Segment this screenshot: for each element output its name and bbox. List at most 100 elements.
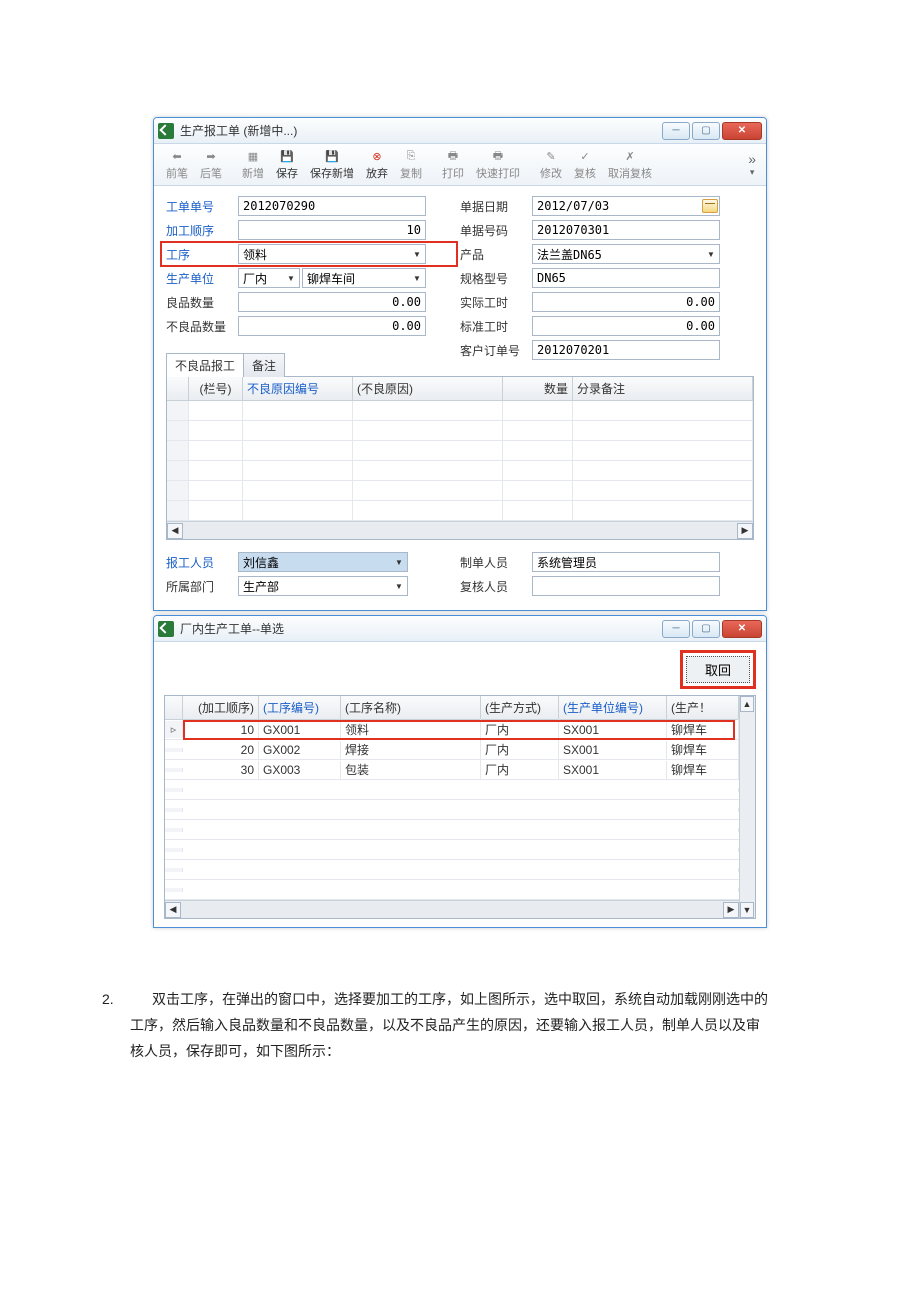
toolbar-prev[interactable]: ⬅前笔 [160, 146, 194, 183]
input-maker[interactable] [532, 552, 720, 572]
input-product[interactable] [532, 244, 720, 264]
toolbar-overflow[interactable]: »▾ [748, 151, 760, 178]
tab-defect-report[interactable]: 不良品报工 [166, 353, 244, 377]
window-title: 生产报工单 (新增中...) [180, 122, 662, 139]
h-scrollbar[interactable]: ◀ ▶ [165, 900, 739, 918]
input-bad-qty[interactable] [238, 316, 426, 336]
label-actual-hours: 实际工时 [460, 294, 532, 311]
grid-row[interactable] [165, 780, 739, 800]
minimize-button[interactable]: ─ [662, 122, 690, 140]
window-title: 厂内生产工单--单选 [180, 620, 662, 637]
label-dept: 所属部门 [166, 578, 238, 595]
grid-row[interactable] [167, 461, 753, 481]
grid-row[interactable] [165, 800, 739, 820]
toolbar-unreview[interactable]: ✗取消复核 [602, 146, 658, 183]
input-cust-order[interactable] [532, 340, 720, 360]
grid-header-col1[interactable]: (栏号) [189, 377, 243, 400]
scroll-right-icon[interactable]: ▶ [723, 902, 739, 918]
grid-row[interactable] [167, 481, 753, 501]
header-seq[interactable]: (加工顺序) [183, 696, 259, 719]
grid-row[interactable] [167, 421, 753, 441]
label-reviewer: 复核人员 [460, 578, 532, 595]
instruction-text: 2. 双击工序，在弹出的窗口中，选择要加工的工序，如上图所示，选中取回，系统自动… [130, 987, 770, 1066]
grid-row[interactable] [165, 820, 739, 840]
toolbar-next[interactable]: ➡后笔 [194, 146, 228, 183]
scroll-down-icon[interactable]: ▼ [740, 902, 754, 918]
toolbar-print[interactable]: 🖶打印 [436, 146, 470, 183]
scroll-right-icon[interactable]: ▶ [737, 523, 753, 539]
dropdown-arrow-icon[interactable]: ▼ [410, 270, 424, 286]
minimize-button[interactable]: ─ [662, 620, 690, 638]
highlight-quhui-red-frame: 取回 [680, 650, 756, 689]
toolbar-copy[interactable]: ⎘复制 [394, 146, 428, 183]
input-actual-hours[interactable] [532, 292, 720, 312]
grid-row[interactable] [165, 860, 739, 880]
grid-header-col4[interactable]: 数量 [503, 377, 573, 400]
defect-grid: (栏号) 不良原因编号 (不良原因) 数量 分录备注 ◀ ▶ [166, 377, 754, 540]
input-doc-date[interactable] [532, 196, 720, 216]
label-cust-order: 客户订单号 [460, 342, 532, 359]
title-bar[interactable]: 厂内生产工单--单选 ─ ▢ ✕ [154, 616, 766, 642]
grid-row[interactable] [167, 441, 753, 461]
grid-header-col2[interactable]: 不良原因编号 [243, 377, 353, 400]
h-scrollbar[interactable]: ◀ ▶ [167, 521, 753, 539]
input-doc-no[interactable] [532, 220, 720, 240]
header-name[interactable]: (工序名称) [341, 696, 481, 719]
toolbar-quick-print[interactable]: 🖶快速打印 [470, 146, 526, 183]
toolbar-edit[interactable]: ✎修改 [534, 146, 568, 183]
label-proc-seq: 加工顺序 [166, 222, 238, 239]
v-scrollbar[interactable]: ▲ ▼ [739, 696, 755, 918]
header-unit[interactable]: (生产！ [667, 696, 739, 719]
input-good-qty[interactable] [238, 292, 426, 312]
dropdown-arrow-icon[interactable]: ▼ [704, 246, 718, 262]
instruction-number: 2. [102, 987, 114, 1012]
grid-row[interactable] [167, 401, 753, 421]
input-reporter[interactable] [238, 552, 408, 572]
grid-row[interactable] [167, 501, 753, 521]
dropdown-arrow-icon[interactable]: ▼ [410, 246, 424, 262]
maximize-button[interactable]: ▢ [692, 620, 720, 638]
scroll-left-icon[interactable]: ◀ [165, 902, 181, 918]
grid-header-col3[interactable]: (不良原因) [353, 377, 503, 400]
toolbar-discard[interactable]: ⊗放弃 [360, 146, 394, 183]
maximize-button[interactable]: ▢ [692, 122, 720, 140]
input-std-hours[interactable] [532, 316, 720, 336]
dropdown-arrow-icon[interactable]: ▼ [284, 270, 298, 286]
input-proc-seq[interactable] [238, 220, 426, 240]
header-unit-code[interactable]: (生产单位编号) [559, 696, 667, 719]
work-report-window: 生产报工单 (新增中...) ─ ▢ ✕ ⬅前笔 ➡后笔 ▦新增 💾保存 💾保存… [153, 117, 767, 611]
input-reviewer[interactable] [532, 576, 720, 596]
close-button[interactable]: ✕ [722, 620, 762, 638]
scroll-up-icon[interactable]: ▲ [740, 696, 754, 712]
header-code[interactable]: (工序编号) [259, 696, 341, 719]
toolbar-review[interactable]: ✓复核 [568, 146, 602, 183]
input-spec[interactable] [532, 268, 720, 288]
form-area: 工单单号 单据日期 加工顺序 单据号码 [154, 186, 766, 610]
grid-row[interactable] [165, 880, 739, 900]
close-button[interactable]: ✕ [722, 122, 762, 140]
get-button[interactable]: 取回 [686, 656, 750, 683]
header-mode[interactable]: (生产方式) [481, 696, 559, 719]
dropdown-arrow-icon[interactable]: ▼ [392, 578, 406, 594]
select-grid-body: ▹10GX001领料厂内SX001铆焊车20GX002焊接厂内SX001铆焊车3… [165, 720, 739, 780]
label-order-no: 工单单号 [166, 198, 238, 215]
select-order-window: 厂内生产工单--单选 ─ ▢ ✕ 取回 (加工顺序) (工序编号) (工序名称)… [153, 615, 767, 928]
grid-row[interactable] [165, 840, 739, 860]
table-row[interactable]: 20GX002焊接厂内SX001铆焊车 [165, 740, 739, 760]
table-row[interactable]: ▹10GX001领料厂内SX001铆焊车 [165, 720, 739, 740]
tab-remark[interactable]: 备注 [243, 353, 285, 377]
input-process[interactable] [238, 244, 426, 264]
toolbar-new[interactable]: ▦新增 [236, 146, 270, 183]
label-bad-qty: 不良品数量 [166, 318, 238, 335]
input-dept[interactable] [238, 576, 408, 596]
toolbar-save[interactable]: 💾保存 [270, 146, 304, 183]
input-prod-unit-b[interactable] [302, 268, 426, 288]
title-bar[interactable]: 生产报工单 (新增中...) ─ ▢ ✕ [154, 118, 766, 144]
calendar-icon[interactable] [702, 199, 718, 213]
toolbar-save-new[interactable]: 💾保存新增 [304, 146, 360, 183]
dropdown-arrow-icon[interactable]: ▼ [392, 554, 406, 570]
scroll-left-icon[interactable]: ◀ [167, 523, 183, 539]
input-order-no[interactable] [238, 196, 426, 216]
grid-header-col5[interactable]: 分录备注 [573, 377, 753, 400]
table-row[interactable]: 30GX003包装厂内SX001铆焊车 [165, 760, 739, 780]
